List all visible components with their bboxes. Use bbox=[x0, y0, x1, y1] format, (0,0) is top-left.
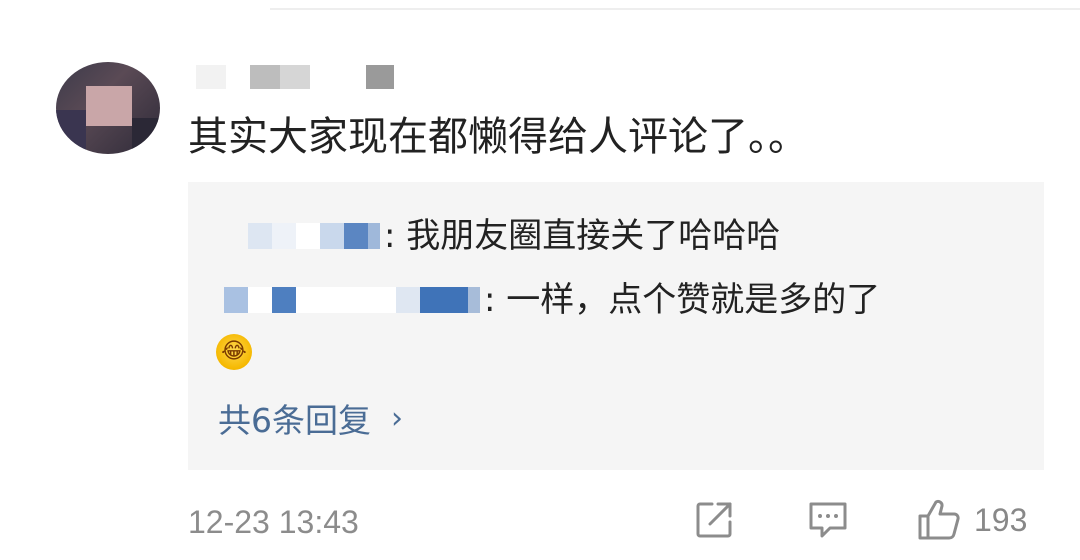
view-all-replies-link[interactable]: 共6条回复 › bbox=[218, 394, 403, 442]
reply-text: : 我朋友圈直接关了哈哈哈 bbox=[384, 216, 781, 256]
thumbs-up-icon bbox=[918, 499, 960, 540]
reply-author-redacted bbox=[224, 287, 480, 313]
share-icon bbox=[696, 502, 732, 538]
reply-item[interactable]: : 我朋友圈直接关了哈哈哈 bbox=[248, 214, 780, 258]
comment-icon bbox=[809, 502, 847, 538]
view-all-replies-label: 共6条回复 bbox=[218, 401, 371, 440]
comment-timestamp: 12-23 13:43 bbox=[188, 504, 359, 540]
avatar-mosaic-block bbox=[56, 110, 86, 154]
comment-button[interactable] bbox=[806, 498, 850, 546]
top-divider bbox=[270, 8, 1080, 10]
share-button[interactable] bbox=[692, 498, 736, 546]
comment-text: 其实大家现在都懒得给人评论了。。 bbox=[188, 114, 808, 160]
reply-item[interactable]: : 一样，点个赞就是多的了 bbox=[224, 278, 880, 322]
chevron-right-icon: › bbox=[391, 400, 403, 436]
username-redacted[interactable] bbox=[196, 62, 394, 92]
avatar-mosaic-block bbox=[86, 86, 132, 126]
laughing-emoji-icon: 😂 bbox=[216, 334, 252, 370]
avatar-mosaic-block bbox=[132, 118, 160, 154]
like-count: 193 bbox=[974, 501, 1028, 538]
reply-author-redacted bbox=[248, 223, 380, 249]
reply-text: : 一样，点个赞就是多的了 bbox=[484, 280, 881, 320]
avatar[interactable] bbox=[56, 62, 160, 154]
like-button[interactable]: 193 bbox=[916, 498, 1027, 542]
reply-thread: : 我朋友圈直接关了哈哈哈 : 一样，点个赞就是多的了 😂 共6条回复 › bbox=[188, 182, 1044, 470]
